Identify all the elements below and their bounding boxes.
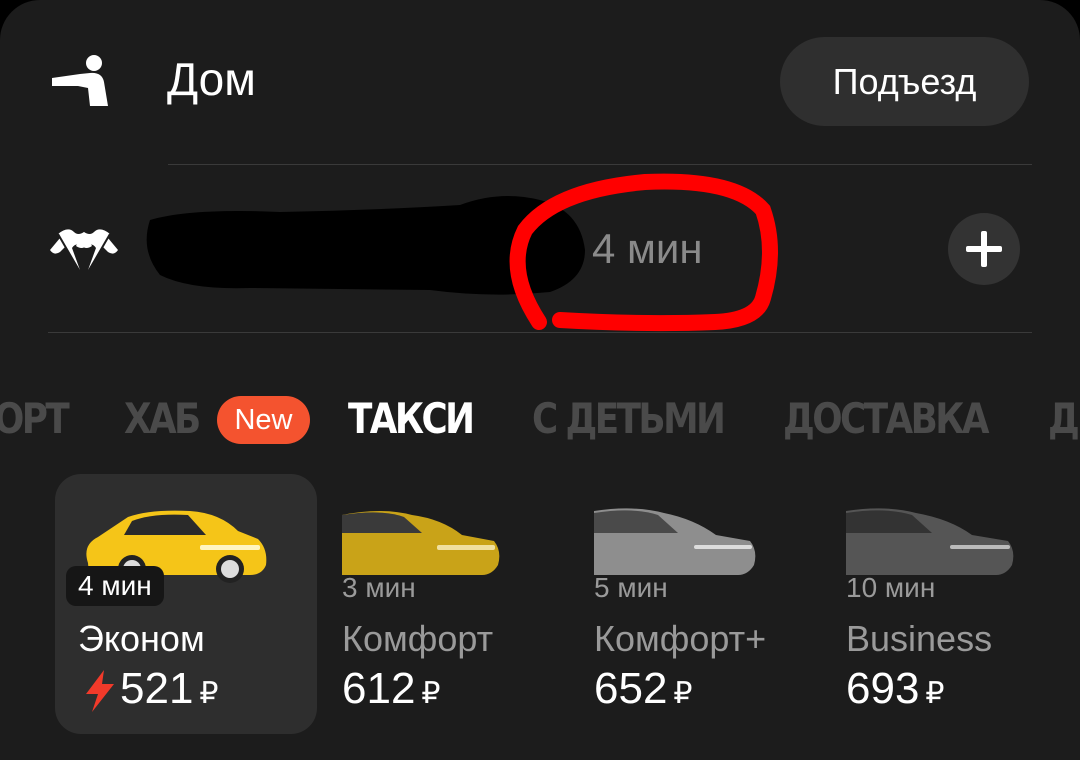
divider bbox=[48, 332, 1032, 333]
route-sheet: Дом Подъезд 4 мин ОРТ ХАБ ТАКСИ С ДЕТЬМИ… bbox=[0, 0, 1080, 760]
tab-sport[interactable]: ОРТ bbox=[0, 394, 70, 443]
yellow-car-icon bbox=[342, 511, 500, 575]
tariff-eta: 10 мин bbox=[846, 572, 936, 603]
tab-with-kids[interactable]: С ДЕТЬМИ bbox=[532, 394, 726, 443]
plus-icon bbox=[966, 231, 1002, 267]
pedestrian-pointing-icon bbox=[52, 55, 108, 106]
tariff-name: Эконом bbox=[78, 618, 205, 659]
tariff-price: 612 ₽ bbox=[342, 664, 441, 714]
tab-more[interactable]: Д bbox=[1048, 394, 1080, 443]
new-badge: New bbox=[217, 396, 310, 444]
from-address-label[interactable]: Дом bbox=[167, 52, 256, 106]
tariff-price: 652 ₽ bbox=[594, 664, 693, 714]
lightning-icon bbox=[86, 670, 114, 712]
add-stop-button[interactable] bbox=[948, 213, 1020, 285]
entrance-button[interactable]: Подъезд bbox=[780, 37, 1029, 126]
tariff-name: Business bbox=[846, 618, 993, 659]
tariff-eta: 5 мин bbox=[594, 572, 668, 603]
tariff-name: Комфорт+ bbox=[594, 618, 767, 659]
finish-flags-icon bbox=[50, 229, 118, 273]
red-annotation-circle bbox=[509, 173, 778, 332]
currency-symbol: ₽ bbox=[925, 677, 945, 710]
price-value: 652 bbox=[594, 664, 668, 713]
tab-hub[interactable]: ХАБ bbox=[124, 394, 201, 443]
tariff-name: Комфорт bbox=[342, 618, 494, 659]
currency-symbol: ₽ bbox=[199, 677, 219, 710]
tariff-price: 521 ₽ bbox=[120, 664, 219, 714]
tariff-price: 693 ₽ bbox=[846, 664, 945, 714]
currency-symbol: ₽ bbox=[673, 677, 693, 710]
tab-delivery[interactable]: ДОСТАВКА bbox=[783, 394, 989, 443]
divider bbox=[168, 164, 1032, 165]
price-value: 612 bbox=[342, 664, 416, 713]
dark-car-icon bbox=[846, 508, 1014, 575]
tab-taxi[interactable]: ТАКСИ bbox=[348, 394, 475, 443]
price-value: 693 bbox=[846, 664, 920, 713]
grey-car-icon bbox=[594, 508, 756, 575]
tariff-eta: 3 мин bbox=[342, 572, 416, 603]
tariff-eta-pill: 4 мин bbox=[66, 566, 164, 606]
price-value: 521 bbox=[120, 664, 194, 713]
currency-symbol: ₽ bbox=[421, 677, 441, 710]
service-tabs: ОРТ ХАБ ТАКСИ С ДЕТЬМИ ДОСТАВКА Д bbox=[0, 388, 1080, 452]
